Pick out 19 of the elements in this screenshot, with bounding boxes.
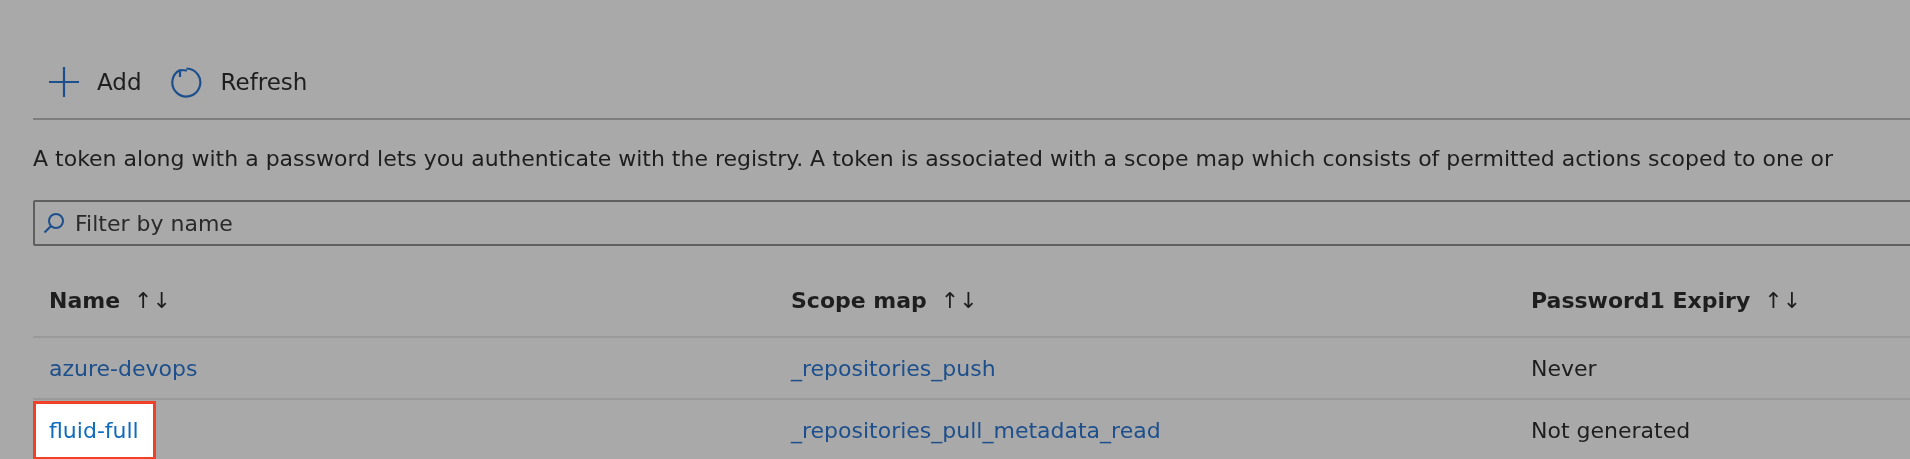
refresh-icon: [169, 65, 203, 99]
scope-map-link[interactable]: _repositories_pull_metadata_read: [791, 417, 1161, 443]
column-header[interactable]: Name: [49, 287, 121, 313]
table-cell: Not generated: [1531, 417, 1691, 443]
scope-map-link[interactable]: _repositories_push: [791, 355, 996, 381]
sort-icon[interactable]: ↑↓: [134, 287, 171, 313]
sort-icon[interactable]: ↑↓: [1764, 287, 1802, 313]
description-text: A token along with a password lets you authenticate with the registry. A token is associated with a scope map which consists of permitted actions scoped to one or: [33, 145, 1834, 173]
column-header[interactable]: Password1 Expiry: [1531, 287, 1751, 313]
search-icon: [43, 212, 65, 234]
refresh-button[interactable]: Refresh: [169, 64, 308, 100]
filter-field[interactable]: Filter by name: [33, 200, 1910, 246]
column-header[interactable]: Scope map: [791, 287, 927, 313]
add-button[interactable]: Add: [49, 64, 142, 100]
plus-icon: [49, 67, 79, 97]
sort-icon[interactable]: ↑↓: [940, 287, 978, 313]
token-name-link[interactable]: azure-devops: [49, 355, 198, 381]
table-cell: Never: [1531, 355, 1597, 381]
token-name-link[interactable]: fluid-full: [33, 400, 156, 459]
